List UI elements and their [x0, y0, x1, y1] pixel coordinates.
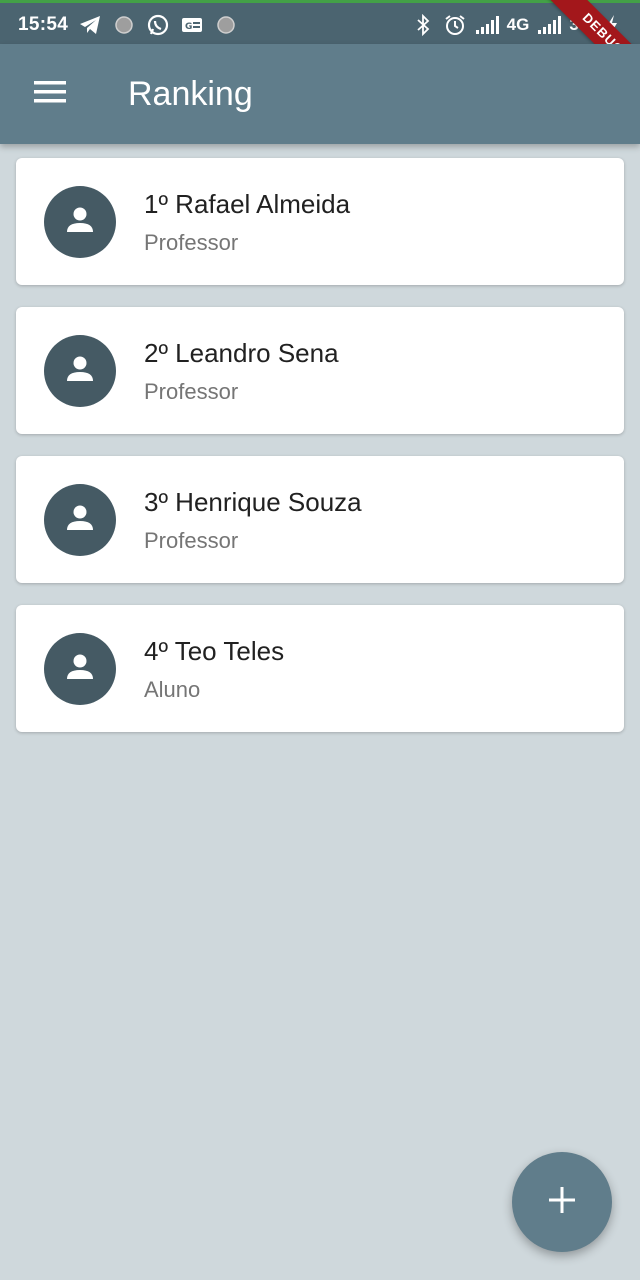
person-icon: [64, 353, 96, 390]
avatar: [44, 633, 116, 705]
signal-icon: [475, 13, 499, 37]
avatar: [44, 335, 116, 407]
page-title: Ranking: [128, 75, 253, 113]
item-title: 3º Henrique Souza: [144, 487, 362, 517]
notification-dot-icon: [112, 13, 136, 37]
add-button[interactable]: [512, 1152, 612, 1252]
ranking-list: 1º Rafael Almeida Professor 2º Leandro S…: [16, 158, 624, 754]
item-title: 2º Leandro Sena: [144, 338, 339, 368]
status-bar: 15:54 G 4G 3G: [0, 0, 640, 97]
id-card-icon: G: [180, 13, 204, 37]
person-icon: [64, 502, 96, 539]
list-item[interactable]: 2º Leandro Sena Professor: [16, 307, 624, 434]
list-item[interactable]: 1º Rafael Almeida Professor: [16, 158, 624, 285]
avatar: [44, 484, 116, 556]
network-type-1: 4G: [506, 15, 530, 34]
list-item[interactable]: 3º Henrique Souza Professor: [16, 456, 624, 583]
list-item[interactable]: 4º Teo Teles Aluno: [16, 605, 624, 732]
svg-text:G: G: [185, 22, 192, 32]
item-subtitle: Professor: [144, 230, 239, 255]
notification-dot-icon: [214, 13, 238, 37]
signal-icon: [537, 13, 562, 37]
alarm-icon: [443, 13, 467, 37]
whatsapp-icon: [146, 13, 170, 37]
add-icon: [547, 1185, 577, 1220]
person-icon: [64, 651, 96, 688]
bluetooth-icon: [411, 13, 435, 37]
app-bar: Ranking: [0, 44, 640, 144]
item-subtitle: Professor: [144, 379, 239, 404]
item-subtitle: Professor: [144, 528, 239, 553]
telegram-icon: [78, 13, 102, 37]
item-subtitle: Aluno: [144, 677, 201, 702]
item-title: 1º Rafael Almeida: [144, 189, 351, 219]
menu-button[interactable]: [26, 70, 74, 118]
item-title: 4º Teo Teles: [144, 636, 285, 666]
person-icon: [64, 204, 96, 241]
status-time: 15:54: [18, 14, 69, 35]
status-left: 15:54 G: [18, 11, 238, 39]
menu-icon: [33, 79, 67, 110]
avatar: [44, 186, 116, 258]
